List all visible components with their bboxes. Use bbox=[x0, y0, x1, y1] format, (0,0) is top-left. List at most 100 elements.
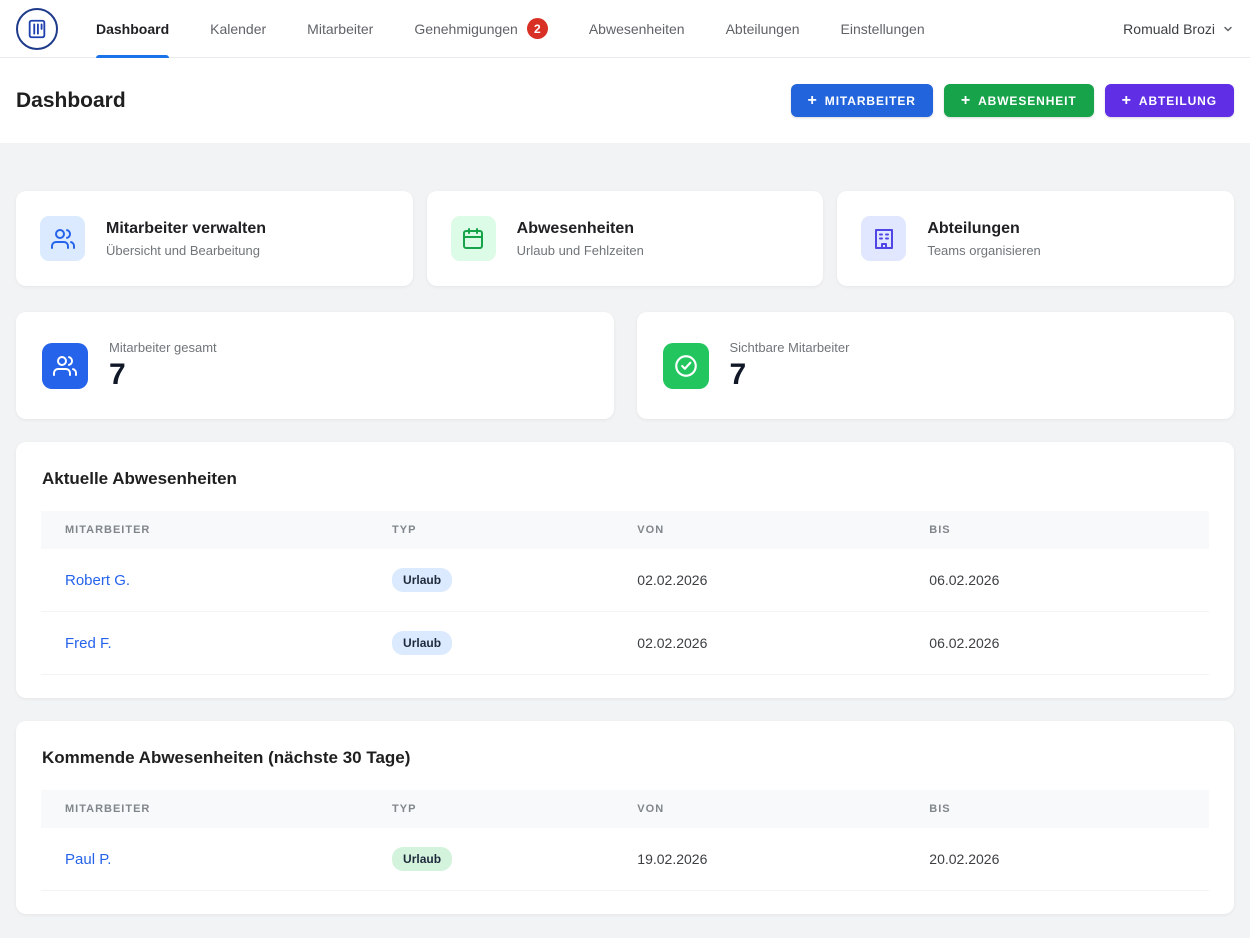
stat-card-mitarbeiter-gesamt: Mitarbeiter gesamt 7 bbox=[16, 312, 614, 419]
column-header-mitarbeiter: MITARBEITER bbox=[41, 511, 368, 549]
nav-item-dashboard[interactable]: Dashboard bbox=[96, 0, 169, 58]
add-mitarbeiter-button[interactable]: + MITARBEITER bbox=[791, 84, 933, 117]
stat-card-sichtbare-mitarbeiter: Sichtbare Mitarbeiter 7 bbox=[637, 312, 1235, 419]
date-from: 02.02.2026 bbox=[637, 572, 707, 588]
stat-label: Mitarbeiter gesamt bbox=[109, 340, 217, 355]
table-header-row: MITARBEITER TYP VON BIS bbox=[41, 790, 1209, 828]
nav-item-label: Mitarbeiter bbox=[307, 21, 373, 37]
cell-von: 02.02.2026 bbox=[613, 612, 905, 675]
quick-card-title: Abteilungen bbox=[927, 220, 1040, 238]
header-action-buttons: + MITARBEITER + ABWESENHEIT + ABTEILUNG bbox=[791, 84, 1234, 117]
column-header-von: VON bbox=[613, 511, 905, 549]
user-menu[interactable]: Romuald Brozi bbox=[1123, 21, 1234, 37]
section-title: Kommende Abwesenheiten (nächste 30 Tage) bbox=[41, 748, 1209, 768]
cell-mitarbeiter: Robert G. bbox=[41, 549, 368, 612]
quick-card-mitarbeiter[interactable]: Mitarbeiter verwalten Übersicht und Bear… bbox=[16, 191, 413, 286]
building-icon bbox=[861, 216, 906, 261]
cell-bis: 06.02.2026 bbox=[905, 549, 1209, 612]
plus-icon: + bbox=[808, 93, 818, 109]
quick-card-subtitle: Urlaub und Fehlzeiten bbox=[517, 243, 644, 258]
stat-card-text: Mitarbeiter gesamt 7 bbox=[109, 340, 217, 391]
quick-cards-row: Mitarbeiter verwalten Übersicht und Bear… bbox=[16, 191, 1234, 286]
page-header: Dashboard + MITARBEITER + ABWESENHEIT + … bbox=[0, 58, 1250, 143]
table-row: Robert G. Urlaub 02.02.2026 06.02.2026 bbox=[41, 549, 1209, 612]
cell-bis: 06.02.2026 bbox=[905, 612, 1209, 675]
plus-icon: + bbox=[961, 93, 971, 109]
calendar-icon bbox=[451, 216, 496, 261]
quick-card-title: Abwesenheiten bbox=[517, 220, 644, 238]
table-row: Fred F. Urlaub 02.02.2026 06.02.2026 bbox=[41, 612, 1209, 675]
date-to: 20.02.2026 bbox=[929, 851, 999, 867]
column-header-von: VON bbox=[613, 790, 905, 828]
quick-card-subtitle: Übersicht und Bearbeitung bbox=[106, 243, 266, 258]
employee-link[interactable]: Paul P. bbox=[65, 851, 111, 868]
cell-mitarbeiter: Fred F. bbox=[41, 612, 368, 675]
user-name: Romuald Brozi bbox=[1123, 21, 1215, 37]
stat-label: Sichtbare Mitarbeiter bbox=[730, 340, 850, 355]
quick-card-text: Abteilungen Teams organisieren bbox=[927, 220, 1040, 258]
nav-item-label: Dashboard bbox=[96, 21, 169, 37]
stat-card-text: Sichtbare Mitarbeiter 7 bbox=[730, 340, 850, 391]
cell-typ: Urlaub bbox=[368, 828, 613, 891]
section-title: Aktuelle Abwesenheiten bbox=[41, 469, 1209, 489]
upcoming-absences-card: Kommende Abwesenheiten (nächste 30 Tage)… bbox=[16, 721, 1234, 914]
nav-item-label: Kalender bbox=[210, 21, 266, 37]
cell-von: 19.02.2026 bbox=[613, 828, 905, 891]
cell-von: 02.02.2026 bbox=[613, 549, 905, 612]
current-absences-table: MITARBEITER TYP VON BIS Robert G. Urlaub… bbox=[41, 511, 1209, 675]
nav-item-einstellungen[interactable]: Einstellungen bbox=[841, 0, 925, 58]
absence-type-badge: Urlaub bbox=[392, 631, 452, 655]
main-nav: Dashboard Kalender Mitarbeiter Genehmigu… bbox=[96, 0, 966, 58]
column-header-mitarbeiter: MITARBEITER bbox=[41, 790, 368, 828]
date-from: 19.02.2026 bbox=[637, 851, 707, 867]
nav-item-label: Abwesenheiten bbox=[589, 21, 685, 37]
main-content: Mitarbeiter verwalten Übersicht und Bear… bbox=[0, 143, 1250, 938]
nav-item-abwesenheiten[interactable]: Abwesenheiten bbox=[589, 0, 685, 58]
stat-cards-row: Mitarbeiter gesamt 7 Sichtbare Mitarbeit… bbox=[16, 312, 1234, 419]
users-icon bbox=[40, 216, 85, 261]
cell-typ: Urlaub bbox=[368, 612, 613, 675]
employee-link[interactable]: Fred F. bbox=[65, 635, 112, 652]
upcoming-absences-table: MITARBEITER TYP VON BIS Paul P. Urlaub 1… bbox=[41, 790, 1209, 891]
quick-card-text: Abwesenheiten Urlaub und Fehlzeiten bbox=[517, 220, 644, 258]
current-absences-card: Aktuelle Abwesenheiten MITARBEITER TYP V… bbox=[16, 442, 1234, 698]
page-title: Dashboard bbox=[16, 89, 126, 113]
button-label: ABTEILUNG bbox=[1139, 94, 1217, 108]
stat-value: 7 bbox=[730, 358, 850, 391]
stat-value: 7 bbox=[109, 358, 217, 391]
nav-item-mitarbeiter[interactable]: Mitarbeiter bbox=[307, 0, 373, 58]
table-row: Paul P. Urlaub 19.02.2026 20.02.2026 bbox=[41, 828, 1209, 891]
nav-item-kalender[interactable]: Kalender bbox=[210, 0, 266, 58]
quick-card-subtitle: Teams organisieren bbox=[927, 243, 1040, 258]
date-to: 06.02.2026 bbox=[929, 572, 999, 588]
quick-card-abteilungen[interactable]: Abteilungen Teams organisieren bbox=[837, 191, 1234, 286]
column-header-typ: TYP bbox=[368, 790, 613, 828]
absence-type-badge: Urlaub bbox=[392, 847, 452, 871]
cell-bis: 20.02.2026 bbox=[905, 828, 1209, 891]
employee-link[interactable]: Robert G. bbox=[65, 572, 130, 589]
notification-badge: 2 bbox=[527, 18, 548, 39]
quick-card-text: Mitarbeiter verwalten Übersicht und Bear… bbox=[106, 220, 266, 258]
column-header-typ: TYP bbox=[368, 511, 613, 549]
column-header-bis: BIS bbox=[905, 511, 1209, 549]
button-label: ABWESENHEIT bbox=[978, 94, 1077, 108]
cell-mitarbeiter: Paul P. bbox=[41, 828, 368, 891]
cell-typ: Urlaub bbox=[368, 549, 613, 612]
plus-icon: + bbox=[1122, 93, 1132, 109]
nav-item-genehmigungen[interactable]: Genehmigungen 2 bbox=[414, 0, 548, 58]
chevron-down-icon bbox=[1222, 23, 1234, 35]
users-icon bbox=[42, 343, 88, 389]
absence-type-badge: Urlaub bbox=[392, 568, 452, 592]
organizer-logo-icon bbox=[26, 18, 48, 40]
add-abteilung-button[interactable]: + ABTEILUNG bbox=[1105, 84, 1234, 117]
quick-card-abwesenheiten[interactable]: Abwesenheiten Urlaub und Fehlzeiten bbox=[427, 191, 824, 286]
top-navigation-bar: Dashboard Kalender Mitarbeiter Genehmigu… bbox=[0, 0, 1250, 58]
check-circle-icon bbox=[663, 343, 709, 389]
column-header-bis: BIS bbox=[905, 790, 1209, 828]
table-header-row: MITARBEITER TYP VON BIS bbox=[41, 511, 1209, 549]
nav-item-abteilungen[interactable]: Abteilungen bbox=[726, 0, 800, 58]
add-abwesenheit-button[interactable]: + ABWESENHEIT bbox=[944, 84, 1094, 117]
nav-item-label: Einstellungen bbox=[841, 21, 925, 37]
nav-item-label: Abteilungen bbox=[726, 21, 800, 37]
app-logo[interactable] bbox=[16, 8, 58, 50]
